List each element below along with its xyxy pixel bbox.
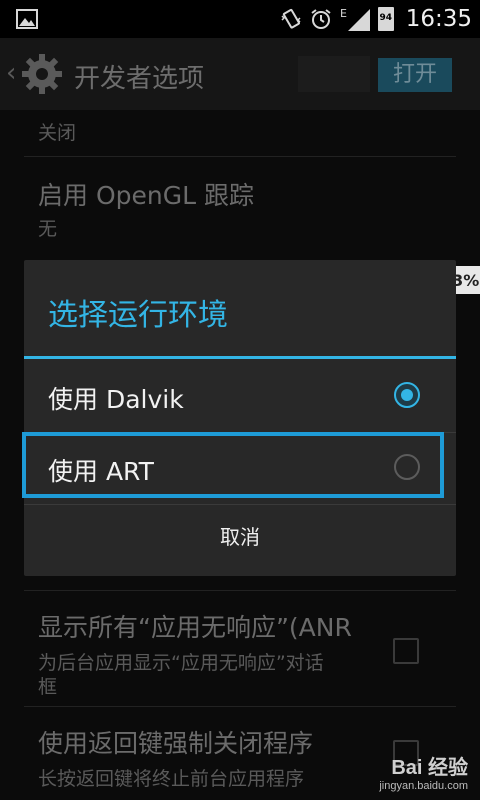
- status-icons: E 94 16:35: [280, 0, 472, 38]
- toggle-track: [298, 56, 370, 92]
- dialog-title-divider: [24, 356, 456, 359]
- list-item-back-key-title[interactable]: 使用返回键强制关闭程序: [38, 724, 313, 760]
- watermark-url: jingyan.baidu.com: [379, 780, 468, 792]
- divider: [24, 706, 456, 707]
- battery-icon: 94: [377, 7, 394, 31]
- image-icon: [16, 9, 38, 29]
- action-bar: ‹ 开发者选项 打开: [0, 38, 480, 110]
- list-item-anr-summary-2: 框: [38, 676, 58, 698]
- cancel-button[interactable]: 取消: [24, 504, 456, 576]
- list-item-summary: 关闭: [38, 122, 77, 144]
- gear-icon: [22, 54, 62, 94]
- page-title: 开发者选项: [74, 64, 205, 94]
- option-dalvik[interactable]: 使用 Dalvik: [24, 360, 456, 432]
- developer-options-toggle[interactable]: 打开: [378, 58, 452, 92]
- dialog-title: 选择运行环境: [48, 298, 228, 333]
- option-dalvik-label: 使用 Dalvik: [48, 385, 184, 414]
- option-dalvik-radio[interactable]: [394, 382, 420, 408]
- option-art-highlight: [22, 432, 444, 498]
- runtime-dialog: 选择运行环境 使用 Dalvik 使用 ART 取消: [22, 260, 456, 576]
- back-chevron-icon[interactable]: ‹: [6, 58, 16, 88]
- signal-icon: E: [340, 7, 370, 31]
- alarm-icon: [311, 9, 331, 29]
- list-item-back-key-summary: 长按返回键将终止前台应用程序: [38, 768, 305, 790]
- list-item-opengl-summary: 无: [38, 218, 58, 240]
- status-bar: E 94 16:35: [0, 0, 480, 38]
- anr-checkbox[interactable]: [393, 638, 419, 664]
- list-item-anr-summary: 为后台应用显示“应用无响应”对话: [38, 652, 324, 674]
- divider: [24, 156, 456, 157]
- baidu-watermark: Bai 经验 jingyan.baidu.com: [379, 751, 468, 792]
- clock: 16:35: [405, 6, 472, 32]
- divider: [24, 590, 456, 591]
- network-type: E: [340, 7, 347, 20]
- list-item-anr-title[interactable]: 显示所有“应用无响应”(ANR: [38, 608, 352, 644]
- vibrate-icon: [281, 8, 301, 29]
- battery-badge: 94: [379, 13, 392, 23]
- watermark-logo: Bai 经验: [391, 757, 468, 779]
- list-item-opengl-title[interactable]: 启用 OpenGL 跟踪: [38, 176, 254, 212]
